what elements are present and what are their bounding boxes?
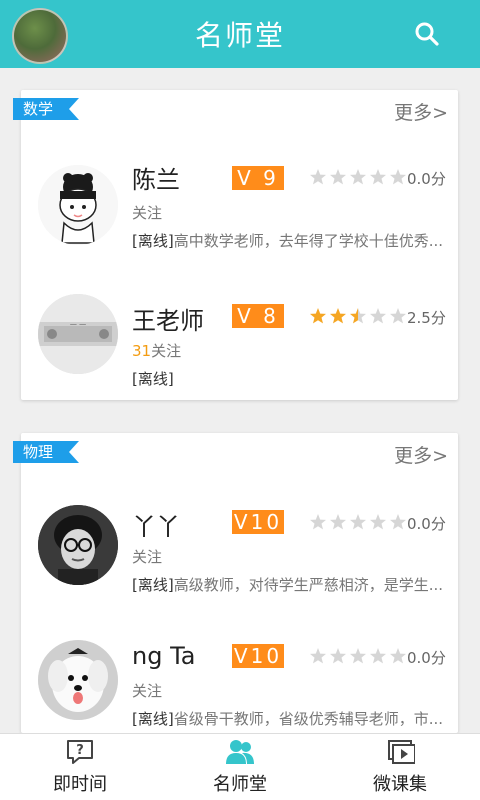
follow-info: 31关注: [132, 340, 181, 361]
star-icon: [330, 308, 346, 324]
star-icon: [390, 648, 406, 664]
online-status: [离线]: [132, 370, 174, 388]
users-icon: [226, 740, 254, 764]
teacher-avatar: [38, 505, 118, 585]
section-tag: 数学: [13, 98, 80, 120]
teacher-name: ng Ta: [132, 642, 196, 670]
more-link[interactable]: 更多>: [394, 441, 448, 468]
star-icon: [370, 648, 386, 664]
teacher-avatar: [38, 165, 118, 245]
nav-item-instant-qa[interactable]: ? 即时间: [0, 734, 160, 800]
rating-stars: [309, 168, 407, 186]
more-link[interactable]: 更多>: [394, 98, 448, 125]
intro-text: 省级骨干教师，省级优秀辅导老师，市...: [173, 710, 444, 728]
star-icon: [350, 514, 366, 530]
follow-label: 关注: [132, 682, 163, 700]
teacher-name: 陈兰: [132, 166, 180, 194]
video-play-icon: [388, 740, 415, 764]
teacher-row[interactable]: ng Ta V10 0.0分 关注 [离线]省级骨干教师，省级优秀辅导老师，市.…: [21, 618, 458, 748]
nav-item-famous-teachers[interactable]: 名师堂: [160, 734, 320, 800]
nav-label: 微课集: [373, 774, 427, 795]
star-icon: [310, 648, 326, 664]
teacher-intro: [离线]: [132, 368, 447, 389]
star-icon: [350, 648, 366, 664]
teacher-row[interactable]: 陈兰 V 9 0.0分 关注 [离线]高中数学老师，去年得了学校十佳优秀...: [21, 140, 458, 270]
rating-stars: [309, 513, 407, 531]
rating-stars: [309, 307, 407, 325]
intro-text: 高中数学老师，去年得了学校十佳优秀...: [173, 232, 444, 250]
star-icon: [370, 169, 386, 185]
rating-score: 0.0分: [407, 649, 446, 667]
rating-score: 0.0分: [407, 170, 446, 188]
svg-text:一 一: 一 一: [70, 321, 86, 329]
teacher-intro: [离线]省级骨干教师，省级优秀辅导老师，市...: [132, 708, 447, 729]
nav-label: 即时间: [53, 774, 107, 795]
level-badge: V10: [232, 644, 284, 668]
level-badge: V 9: [232, 166, 284, 190]
teacher-intro: [离线]高级教师，对待学生严慈相济，是学生...: [132, 574, 447, 595]
star-icon: [310, 514, 326, 530]
page-title: 名师堂: [194, 19, 285, 52]
follow-label: 关注: [132, 548, 163, 566]
follow-info: 关注: [132, 546, 162, 567]
section-card-physics: 物理 更多> 丫丫 V10 0.0分 关注 [离线]高级教师，对待学生严慈相济，…: [13, 433, 458, 733]
user-avatar[interactable]: [12, 8, 68, 64]
teacher-name: 丫丫: [132, 513, 180, 541]
follow-info: 关注: [132, 680, 162, 701]
svg-text:?: ?: [76, 743, 84, 758]
online-status: [离线]: [132, 576, 174, 594]
online-status: [离线]: [132, 710, 174, 728]
level-badge: V 8: [232, 304, 284, 328]
star-icon: [390, 308, 406, 324]
section-card-math: 数学 更多> 陈兰 V 9 0.0分 关注 [离线]高中数学老师，去年得了学校十…: [13, 90, 458, 400]
star-icon: [390, 169, 406, 185]
follow-label: 关注: [151, 342, 182, 360]
rating-score: 2.5分: [407, 309, 446, 327]
teacher-avatar: 一 一: [38, 294, 118, 374]
online-status: [离线]: [132, 232, 174, 250]
star-icon: [370, 514, 386, 530]
teacher-intro: [离线]高中数学老师，去年得了学校十佳优秀...: [132, 230, 447, 251]
star-icon: [310, 308, 326, 324]
rating-stars: [309, 647, 407, 665]
star-icon: [330, 514, 346, 530]
teacher-avatar: [38, 640, 118, 720]
bottom-nav: ? 即时间 名师堂 微课集: [0, 733, 480, 800]
star-icon: [370, 308, 386, 324]
star-icon: [350, 169, 366, 185]
teacher-name: 王老师: [132, 307, 204, 335]
star-icon: [390, 514, 406, 530]
rating-score: 0.0分: [407, 515, 446, 533]
nav-item-micro-courses[interactable]: 微课集: [320, 734, 480, 800]
section-tag: 物理: [13, 441, 80, 463]
nav-label: 名师堂: [213, 774, 267, 795]
teacher-row[interactable]: 丫丫 V10 0.0分 关注 [离线]高级教师，对待学生严慈相济，是学生...: [21, 483, 458, 613]
level-badge: V10: [232, 510, 284, 534]
star-icon: [310, 169, 326, 185]
star-icon: [330, 169, 346, 185]
follow-label: 关注: [132, 204, 163, 222]
question-chat-icon: ?: [67, 740, 93, 764]
star-icon: [350, 308, 366, 324]
follow-info: 关注: [132, 202, 162, 223]
star-icon: [330, 648, 346, 664]
intro-text: 高级教师，对待学生严慈相济，是学生...: [173, 576, 444, 594]
teacher-row[interactable]: 一 一 王老师 V 8 2.5分 31关注 [离线]: [21, 275, 458, 405]
follow-count: 31: [132, 342, 152, 360]
search-icon[interactable]: [414, 21, 440, 47]
app-header: 名师堂: [0, 0, 480, 68]
